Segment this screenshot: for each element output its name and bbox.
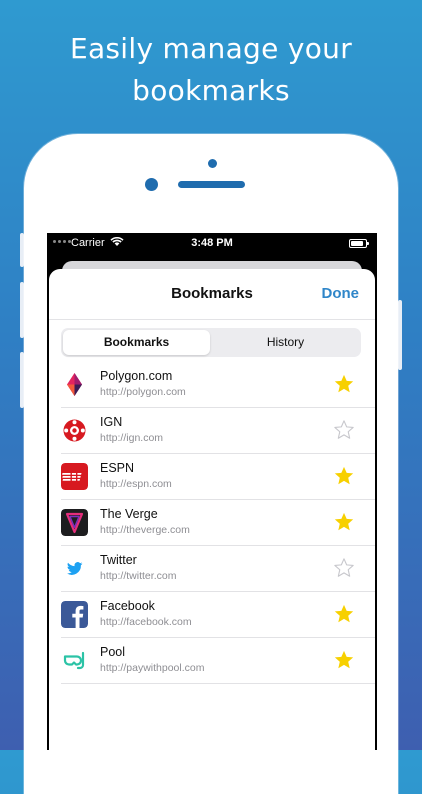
status-time: 3:48 PM [191, 237, 233, 249]
bookmark-url: http://theverge.com [100, 524, 190, 536]
bookmark-title: Pool [100, 645, 126, 659]
star-outline-icon[interactable] [333, 419, 355, 441]
star-filled-icon[interactable] [333, 373, 355, 395]
bookmark-title: The Verge [100, 507, 158, 521]
twitter-logo-icon [61, 555, 88, 582]
bookmark-url: http://paywithpool.com [100, 662, 205, 674]
bookmark-title: Twitter [100, 553, 137, 567]
navigation-bar: Bookmarks Done [49, 269, 375, 320]
tab-history[interactable]: History [212, 330, 359, 355]
espn-logo-icon [61, 463, 88, 490]
bookmarks-sheet: Bookmarks Done Bookmarks History Polygon… [49, 269, 375, 750]
bookmark-url: http://polygon.com [100, 386, 186, 398]
bookmark-row-pool[interactable]: Pool http://paywithpool.com [61, 638, 375, 684]
pool-logo-icon [61, 647, 88, 674]
bookmark-title: ESPN [100, 461, 135, 475]
bookmark-row-espn[interactable]: ESPN http://espn.com [61, 454, 375, 500]
phone-power-button [398, 300, 402, 370]
phone-camera [145, 178, 158, 191]
bookmark-title: Polygon.com [100, 369, 173, 383]
bookmark-row-ign[interactable]: IGN http://ign.com [61, 408, 375, 454]
marketing-headline: Easily manage your bookmarks [0, 28, 422, 112]
polygon-logo-icon [61, 371, 88, 398]
phone-speaker [178, 181, 245, 188]
bookmark-row-twitter[interactable]: Twitter http://twitter.com [61, 546, 375, 592]
segmented-control: Bookmarks History [61, 328, 361, 357]
bookmark-url: http://twitter.com [100, 570, 177, 582]
done-button[interactable]: Done [322, 285, 360, 302]
bookmark-url: http://espn.com [100, 478, 172, 490]
verge-logo-icon [61, 509, 88, 536]
star-filled-icon[interactable] [333, 465, 355, 487]
headline-line-2: bookmarks [132, 74, 290, 107]
bookmark-url: http://ign.com [100, 432, 164, 444]
bookmark-title: Facebook [100, 599, 155, 613]
phone-sensor [208, 159, 217, 168]
headline-line-1: Easily manage your [69, 32, 353, 65]
star-filled-icon[interactable] [333, 603, 355, 625]
star-outline-icon[interactable] [333, 557, 355, 579]
facebook-logo-icon [61, 601, 88, 628]
bookmark-list: Polygon.com http://polygon.com IGN http:… [61, 362, 375, 684]
bookmark-row-polygon[interactable]: Polygon.com http://polygon.com [61, 362, 375, 408]
bookmark-title: IGN [100, 415, 123, 429]
tab-bookmarks[interactable]: Bookmarks [63, 330, 210, 355]
battery-icon [349, 239, 369, 248]
bookmark-url: http://facebook.com [100, 616, 192, 628]
star-filled-icon[interactable] [333, 649, 355, 671]
bookmark-row-facebook[interactable]: Facebook http://facebook.com [61, 592, 375, 638]
bookmark-row-the-verge[interactable]: The Verge http://theverge.com [61, 500, 375, 546]
star-filled-icon[interactable] [333, 511, 355, 533]
ign-logo-icon [61, 417, 88, 444]
phone-screen: Carrier 3:48 PM Bookmarks Done Bookmarks… [47, 233, 377, 750]
status-bar: Carrier 3:48 PM [47, 233, 377, 253]
